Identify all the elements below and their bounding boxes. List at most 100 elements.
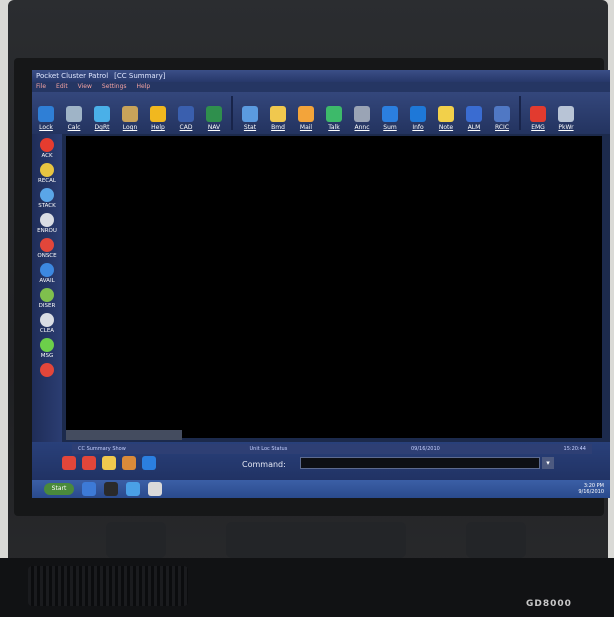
available-icon xyxy=(40,263,54,277)
system-tray[interactable]: 3:20 PM 9/16/2010 xyxy=(578,483,604,495)
menu-view[interactable]: View xyxy=(78,82,92,92)
sidebar-button-label: STACK xyxy=(38,203,56,209)
toolbar-button-rcic[interactable]: RCIC xyxy=(490,106,514,134)
hinge-right xyxy=(466,522,526,558)
command-input[interactable] xyxy=(300,457,540,469)
tools-icon xyxy=(558,106,574,122)
toolbar-button-label: Help xyxy=(151,124,165,131)
hinge-left xyxy=(106,522,166,558)
taskbar-app-icon[interactable] xyxy=(148,482,162,496)
globe-icon xyxy=(178,106,194,122)
toolbar-button-dgrt[interactable]: DgRt xyxy=(90,106,114,134)
toolbar-button-label: Lock xyxy=(39,124,53,131)
browser-icon[interactable] xyxy=(126,482,140,496)
info-icon xyxy=(410,106,426,122)
map-icon xyxy=(206,106,222,122)
toolbar-button-bmd[interactable]: Bmd xyxy=(266,106,290,134)
hinge-center xyxy=(226,522,406,558)
check-icon xyxy=(40,138,54,152)
horizontal-scrollbar[interactable] xyxy=(66,430,182,440)
note-icon xyxy=(438,106,454,122)
taskbar-app-icon[interactable] xyxy=(82,482,96,496)
menu-settings[interactable]: Settings xyxy=(102,82,127,92)
toolbar-button-alm[interactable]: ALM xyxy=(462,106,486,134)
status-left: CC Summary Show xyxy=(78,446,126,452)
chevron-down-icon[interactable]: ▾ xyxy=(542,457,554,469)
windows-taskbar: Start 3:20 PM 9/16/2010 xyxy=(32,480,610,498)
home-icon[interactable] xyxy=(122,456,136,470)
sidebar-button-onsce[interactable]: ONSCE xyxy=(37,238,57,259)
mail-icon xyxy=(298,106,314,122)
toolbar-button-label: RCIC xyxy=(494,124,510,131)
sidebar-button-enrou[interactable]: ENROU xyxy=(37,213,57,234)
warning-icon xyxy=(150,106,166,122)
sidebar-button-stack[interactable]: STACK xyxy=(38,188,56,209)
toolbar-button-help[interactable]: Help xyxy=(146,106,170,134)
person-icon[interactable] xyxy=(102,456,116,470)
user-key-icon xyxy=(122,106,138,122)
toolbar-button-mail[interactable]: Mail xyxy=(294,106,318,134)
command-label: Command: xyxy=(242,460,286,469)
device-brand: GD8000 xyxy=(526,599,572,609)
status-time: 15:20:44 xyxy=(563,446,586,452)
quick-buttons xyxy=(62,456,156,470)
sidebar-button-label: ACK xyxy=(41,153,53,159)
toolbar-button-label: Info xyxy=(412,124,424,131)
folder-icon xyxy=(270,106,286,122)
people-icon xyxy=(242,106,258,122)
app-screen: Pocket Cluster Patrol [CC Summary] File … xyxy=(32,70,610,498)
sidebar-button-label: RECAL xyxy=(38,178,56,184)
toolbar-button-note[interactable]: Note xyxy=(434,106,458,134)
envelope-icon[interactable] xyxy=(62,456,76,470)
toolbar-button-stat[interactable]: Stat xyxy=(238,106,262,134)
megaphone-icon xyxy=(354,106,370,122)
toolbar-button-emg[interactable]: EMG xyxy=(526,106,550,134)
app-title-tag: [CC Summary] xyxy=(114,72,166,80)
sidebar-button-label: ONSCE xyxy=(37,253,57,259)
lock-icon xyxy=(38,106,54,122)
taskbar-app-icon[interactable] xyxy=(104,482,118,496)
toolbar-button-talk[interactable]: Talk xyxy=(322,106,346,134)
alarm-icon xyxy=(466,106,482,122)
sidebar-button-diser[interactable]: DISER xyxy=(39,288,55,309)
monitor-icon xyxy=(94,106,110,122)
calculator-icon xyxy=(66,106,82,122)
sidebar-button-ack[interactable]: ACK xyxy=(40,138,54,159)
pen-icon xyxy=(40,363,54,377)
menu-help[interactable]: Help xyxy=(137,82,151,92)
toolbar-button-sum[interactable]: Sum xyxy=(378,106,402,134)
toolbar-button-pkwr[interactable]: PkWr xyxy=(554,106,578,134)
toolbar-button-label: Talk xyxy=(328,124,340,131)
sidebar-button-clea[interactable]: CLEA xyxy=(40,313,54,334)
sidebar-button-avail[interactable]: AVAIL xyxy=(39,263,55,284)
emergency-icon xyxy=(530,106,546,122)
toolbar-button-label: NAV xyxy=(207,124,221,131)
car-icon xyxy=(39,213,54,227)
sidebar-button-label: AVAIL xyxy=(39,278,55,284)
toolbar-separator xyxy=(519,96,521,130)
toolbar-button-label: ALM xyxy=(467,124,481,131)
sidebar-button-edit[interactable] xyxy=(40,363,54,377)
toolbar-button-nav[interactable]: NAV xyxy=(202,106,226,134)
start-button[interactable]: Start xyxy=(44,483,74,495)
toolbar-separator xyxy=(231,96,233,130)
sidebar-button-recal[interactable]: RECAL xyxy=(38,163,56,184)
sidebar-button-label: ENROU xyxy=(37,228,57,234)
map-display-area[interactable] xyxy=(66,136,602,438)
info-icon[interactable] xyxy=(142,456,156,470)
toolbar-button-label: Note xyxy=(438,124,454,131)
menu-edit[interactable]: Edit xyxy=(56,82,68,92)
sidebar-button-msg[interactable]: MSG xyxy=(40,338,54,359)
menu-bar: File Edit View Settings Help xyxy=(32,82,610,92)
toolbar-button-logn[interactable]: Logn xyxy=(118,106,142,134)
record-icon[interactable] xyxy=(82,456,96,470)
summary-icon xyxy=(382,106,398,122)
menu-file[interactable]: File xyxy=(36,82,46,92)
toolbar-button-label: Logn xyxy=(122,124,138,131)
toolbar-button-info[interactable]: Info xyxy=(406,106,430,134)
toolbar-button-lock[interactable]: Lock xyxy=(34,106,58,134)
toolbar-button-cad[interactable]: CAD xyxy=(174,106,198,134)
toolbar-button-annc[interactable]: Annc xyxy=(350,106,374,134)
toolbar-button-calc[interactable]: Calc xyxy=(62,106,86,134)
pin-icon xyxy=(40,238,54,252)
